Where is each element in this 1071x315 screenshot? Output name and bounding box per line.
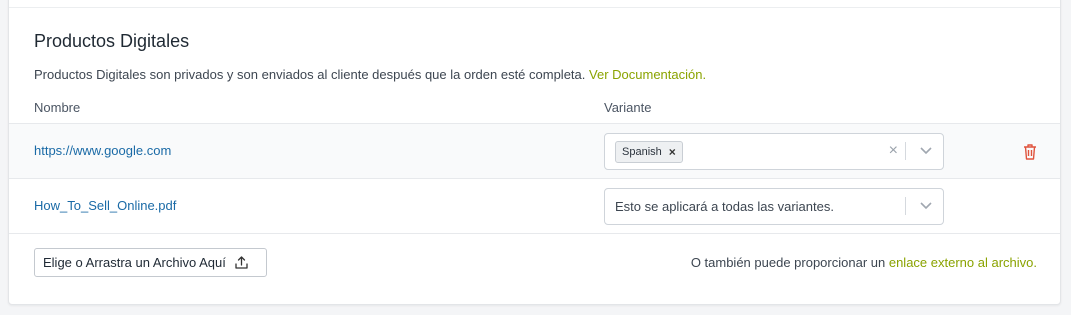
variant-tag-label: Spanish: [622, 146, 662, 158]
table-row: https://www.google.com Spanish × ×: [9, 123, 1060, 179]
external-prefix: O también puede proporcionar un: [690, 255, 886, 270]
upload-icon: [235, 256, 248, 269]
variant-select[interactable]: Spanish × ×: [604, 133, 944, 170]
section-description: Productos Digitales son privados y son e…: [34, 67, 706, 82]
upload-button-label: Elige o Arrastra un Archivo Aquí: [43, 255, 226, 270]
column-header-name: Nombre: [34, 100, 81, 115]
clear-selection-icon[interactable]: ×: [889, 142, 898, 160]
external-link-text: O también puede proporcionar un enlace e…: [691, 255, 1037, 270]
file-link[interactable]: How_To_Sell_Online.pdf: [34, 198, 176, 213]
documentation-link[interactable]: Ver Documentación.: [589, 67, 706, 82]
section-title: Productos Digitales: [34, 31, 190, 51]
variant-placeholder: Esto se aplicará a todas las variantes.: [615, 199, 834, 214]
external-file-link[interactable]: enlace externo al archivo.: [889, 255, 1037, 270]
variant-tag: Spanish ×: [615, 141, 683, 163]
file-link[interactable]: https://www.google.com: [34, 143, 171, 158]
select-separator: [905, 142, 906, 160]
remove-tag-icon[interactable]: ×: [669, 145, 676, 159]
chevron-down-icon[interactable]: [919, 145, 933, 155]
digital-products-card: Productos Digitales Productos Digitales …: [8, 0, 1061, 305]
variant-select[interactable]: Esto se aplicará a todas las variantes.: [604, 188, 944, 225]
column-header-variant: Variante: [604, 100, 652, 115]
top-divider: [9, 7, 1060, 8]
description-text: Productos Digitales son privados y son e…: [34, 67, 586, 82]
upload-file-button[interactable]: Elige o Arrastra un Archivo Aquí: [34, 248, 267, 277]
select-separator: [905, 197, 906, 215]
table-row: How_To_Sell_Online.pdf Esto se aplicará …: [9, 178, 1060, 234]
upload-footer: Elige o Arrastra un Archivo Aquí O tambi…: [9, 233, 1060, 304]
chevron-down-icon[interactable]: [919, 200, 933, 210]
trash-icon[interactable]: [1022, 143, 1038, 160]
